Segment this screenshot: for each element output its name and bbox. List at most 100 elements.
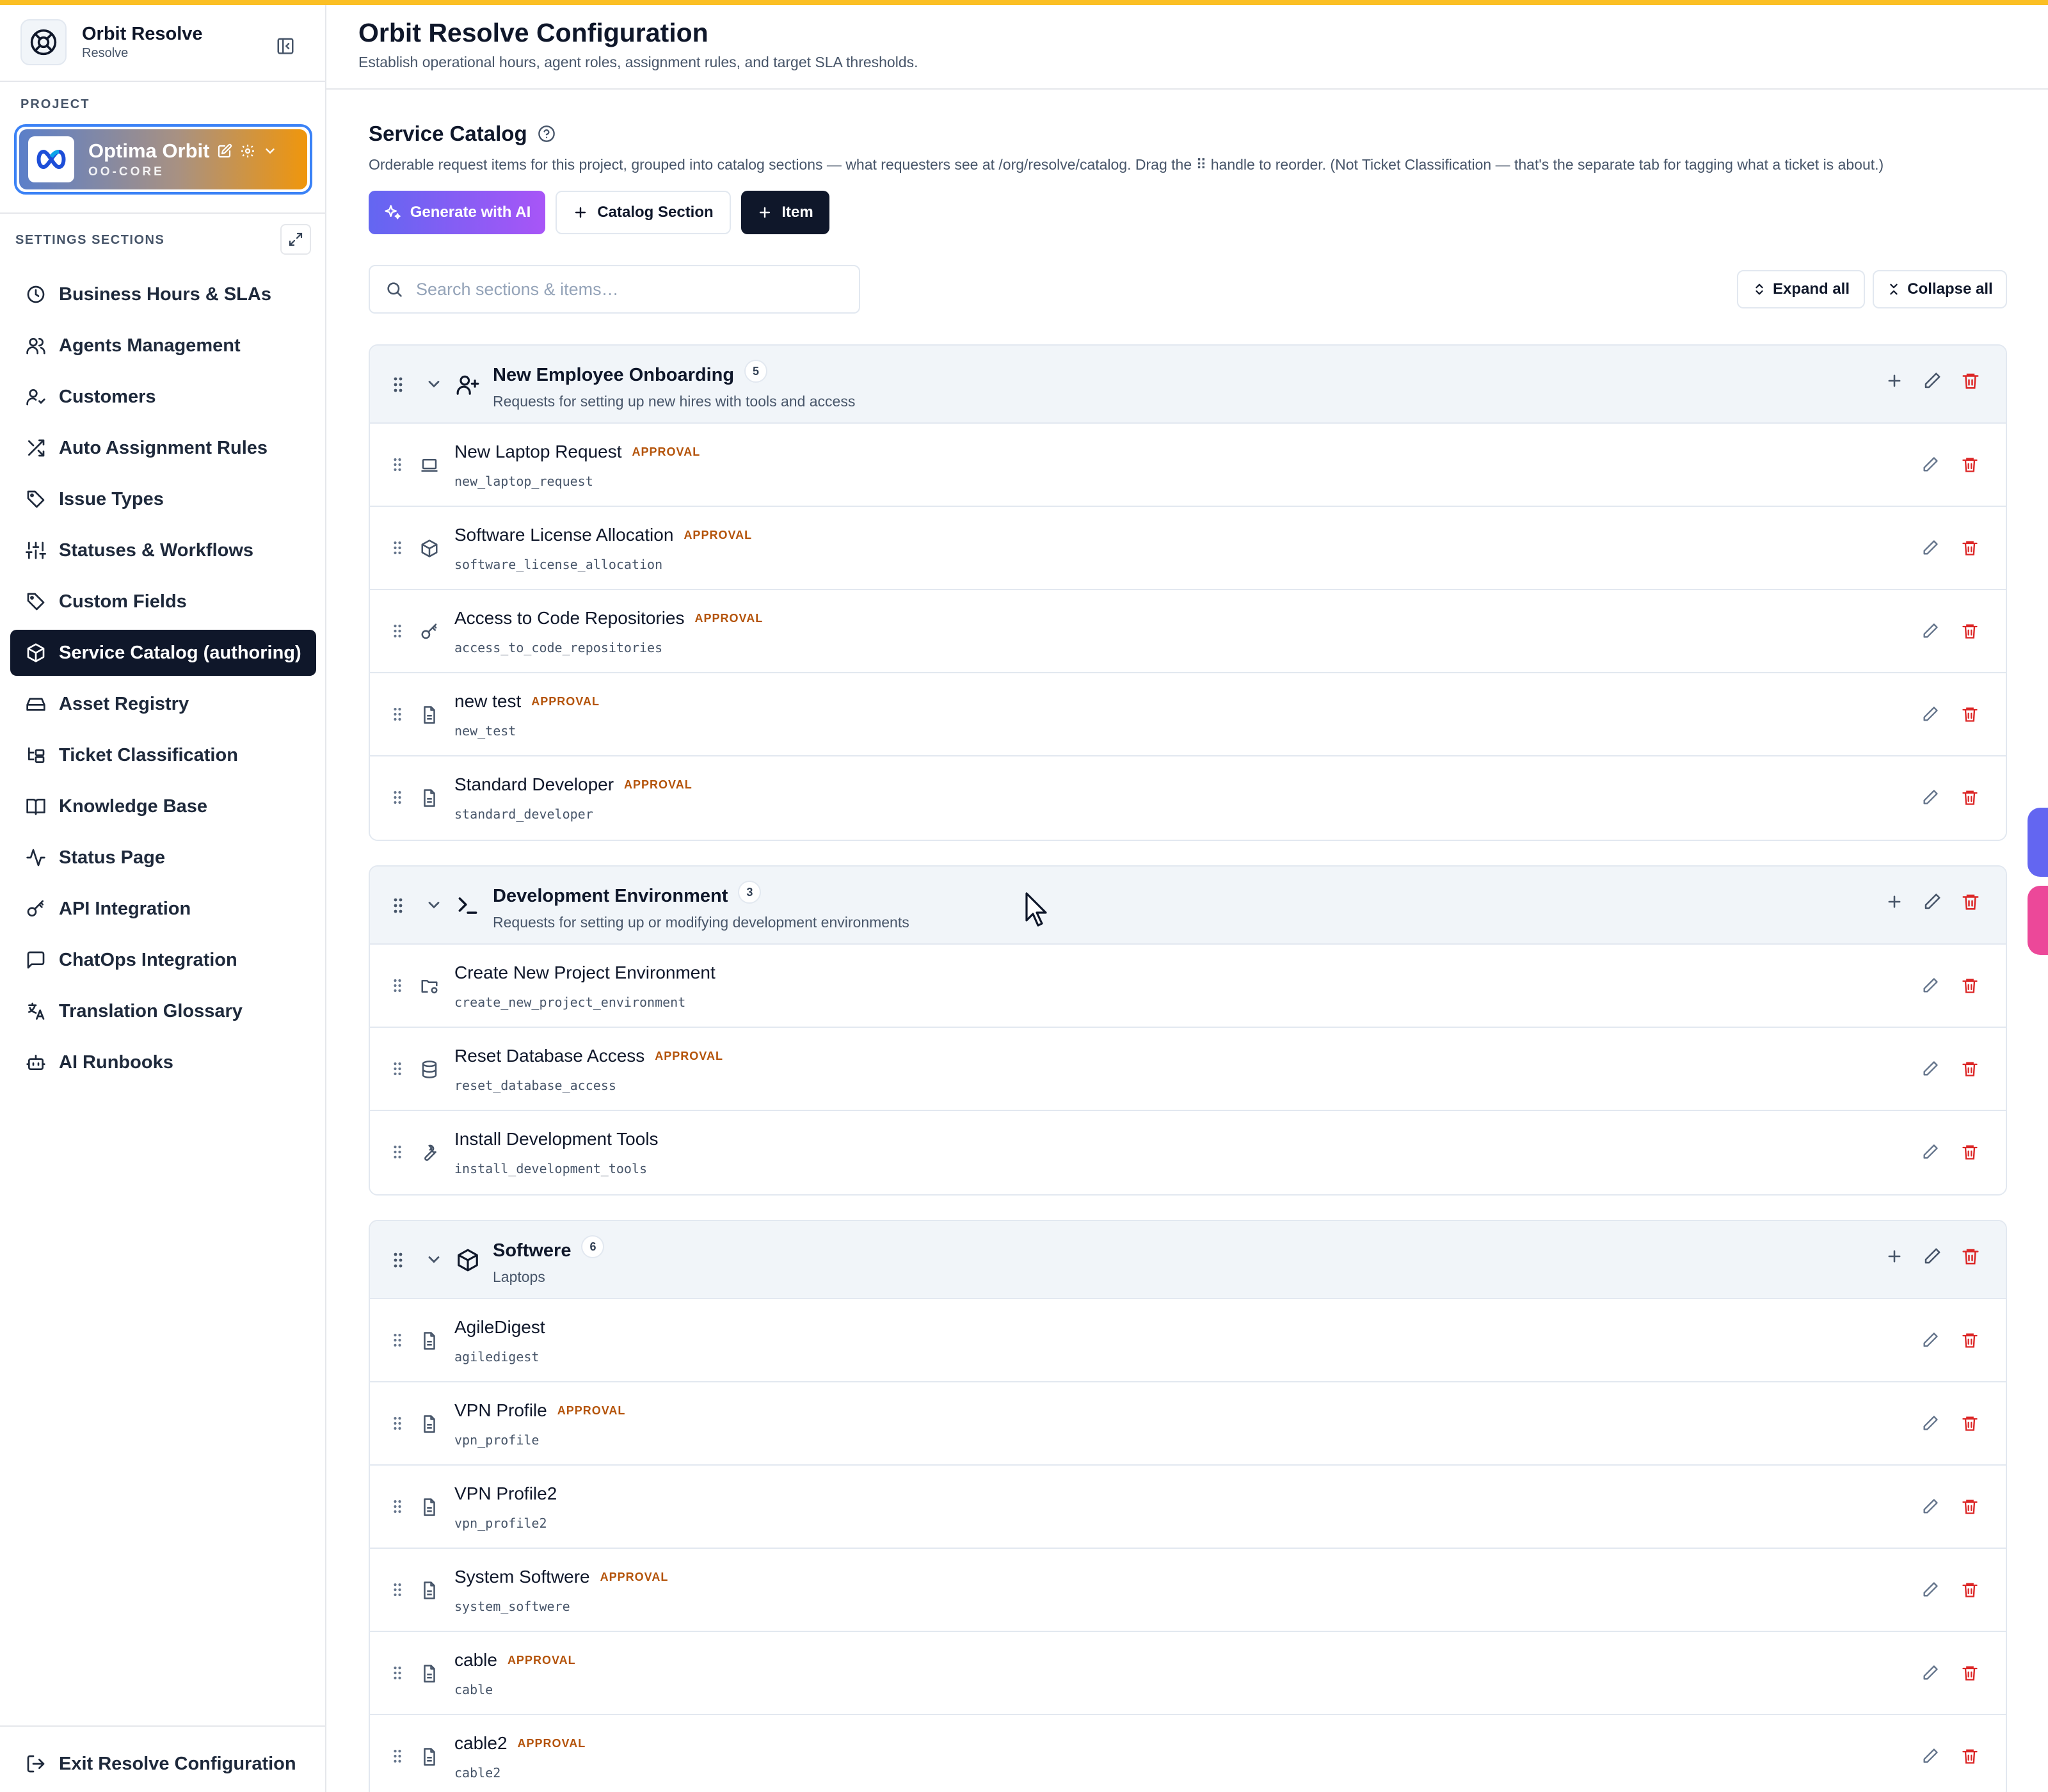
exit-configuration-button[interactable]: Exit Resolve Configuration [10, 1741, 316, 1787]
grip-vertical-icon[interactable] [393, 1665, 402, 1684]
delete-trash-icon[interactable] [1961, 1247, 1980, 1266]
catalog-item-row[interactable]: cable2 APPROVAL cable2 [370, 1715, 2006, 1792]
add-item-plus-icon[interactable] [1885, 1247, 1903, 1265]
sidebar-item-custom-fields[interactable]: Custom Fields [10, 579, 316, 625]
catalog-item-row[interactable]: cable APPROVAL cable [370, 1632, 2006, 1715]
sidebar-item-api-integration[interactable]: API Integration [10, 886, 316, 932]
catalog-item-row[interactable]: Create New Project Environment create_ne… [370, 945, 2006, 1028]
floating-action-button[interactable] [2028, 886, 2048, 955]
catalog-section-header[interactable]: Softwere 6 Laptops [370, 1221, 2006, 1299]
sidebar-item-statuses[interactable]: Statuses & Workflows [10, 527, 316, 573]
floating-action-button[interactable] [2028, 808, 2048, 877]
delete-trash-icon[interactable] [1961, 1581, 1979, 1599]
add-item-plus-icon[interactable] [1885, 893, 1903, 911]
edit-pencil-icon[interactable] [1921, 1143, 1939, 1161]
chevron-down-icon[interactable] [425, 896, 443, 917]
catalog-item-row[interactable]: Access to Code Repositories APPROVAL acce… [370, 590, 2006, 673]
catalog-item-row[interactable]: new test APPROVAL new_test [370, 673, 2006, 756]
delete-trash-icon[interactable] [1961, 1143, 1979, 1161]
sidebar-item-ticket-classification[interactable]: Ticket Classification [10, 732, 316, 778]
delete-trash-icon[interactable] [1961, 788, 1979, 806]
edit-pencil-icon[interactable] [1921, 622, 1939, 640]
grip-vertical-icon[interactable] [393, 978, 402, 996]
delete-trash-icon[interactable] [1961, 977, 1979, 995]
catalog-item-row[interactable]: New Laptop Request APPROVAL new_laptop_re… [370, 424, 2006, 507]
sidebar-item-translation-glossary[interactable]: Translation Glossary [10, 988, 316, 1034]
delete-trash-icon[interactable] [1961, 1498, 1979, 1516]
delete-trash-icon[interactable] [1961, 1747, 1979, 1765]
catalog-item-row[interactable]: Standard Developer APPROVAL standard_deve… [370, 756, 2006, 840]
edit-pencil-icon[interactable] [1921, 705, 1939, 723]
grip-vertical-icon[interactable] [393, 457, 402, 476]
chevron-down-icon[interactable] [425, 1251, 443, 1272]
delete-trash-icon[interactable] [1961, 371, 1980, 390]
delete-trash-icon[interactable] [1961, 622, 1979, 640]
add-catalog-section-button[interactable]: Catalog Section [556, 191, 731, 234]
help-circle-icon[interactable] [538, 125, 556, 143]
edit-pencil-icon[interactable] [1923, 892, 1942, 911]
grip-vertical-icon[interactable] [393, 376, 403, 396]
edit-pencil-icon[interactable] [1921, 1060, 1939, 1078]
grip-vertical-icon[interactable] [393, 1061, 402, 1080]
sidebar-item-status-page[interactable]: Status Page [10, 835, 316, 881]
expand-all-button[interactable]: Expand all [1737, 270, 1865, 308]
delete-trash-icon[interactable] [1961, 1331, 1979, 1349]
sidebar-item-knowledge-base[interactable]: Knowledge Base [10, 783, 316, 829]
grip-vertical-icon[interactable] [393, 1582, 402, 1601]
delete-trash-icon[interactable] [1961, 456, 1979, 474]
edit-pencil-icon[interactable] [1921, 1331, 1939, 1349]
edit-pencil-icon[interactable] [1921, 788, 1939, 806]
expand-sidebar-button[interactable] [280, 224, 311, 255]
edit-pencil-icon[interactable] [1921, 1498, 1939, 1516]
delete-trash-icon[interactable] [1961, 1060, 1979, 1078]
sidebar-item-chatops[interactable]: ChatOps Integration [10, 937, 316, 983]
edit-pencil-icon[interactable] [1921, 1414, 1939, 1432]
grip-vertical-icon[interactable] [393, 1748, 402, 1767]
sidebar-collapse-button[interactable] [269, 29, 302, 63]
grip-vertical-icon[interactable] [393, 1499, 402, 1517]
sidebar-item-auto-assignment[interactable]: Auto Assignment Rules [10, 425, 316, 471]
delete-trash-icon[interactable] [1961, 1664, 1979, 1682]
grip-vertical-icon[interactable] [393, 1252, 403, 1272]
catalog-item-row[interactable]: System Softwere APPROVAL system_softwere [370, 1549, 2006, 1632]
sidebar-item-agents[interactable]: Agents Management [10, 323, 316, 369]
edit-pencil-icon[interactable] [1921, 977, 1939, 995]
delete-trash-icon[interactable] [1961, 539, 1979, 557]
chevron-down-icon[interactable] [425, 375, 443, 396]
grip-vertical-icon[interactable] [393, 707, 402, 725]
add-item-button[interactable]: Item [741, 191, 829, 234]
sidebar-item-business-hours[interactable]: Business Hours & SLAs [10, 271, 316, 317]
edit-pencil-icon[interactable] [1923, 1247, 1942, 1266]
grip-vertical-icon[interactable] [393, 540, 402, 559]
catalog-item-row[interactable]: VPN Profile APPROVAL vpn_profile [370, 1382, 2006, 1466]
catalog-item-row[interactable]: Reset Database Access APPROVAL reset_data… [370, 1028, 2006, 1111]
grip-vertical-icon[interactable] [393, 1144, 402, 1163]
generate-with-ai-button[interactable]: Generate with AI [369, 191, 545, 234]
edit-pencil-icon[interactable] [1921, 1581, 1939, 1599]
edit-pencil-icon[interactable] [1921, 1747, 1939, 1765]
sidebar-item-service-catalog[interactable]: Service Catalog (authoring) [10, 630, 316, 676]
edit-pencil-icon[interactable] [1921, 456, 1939, 474]
catalog-section-header[interactable]: Development Environment 3 Requests for s… [370, 867, 2006, 945]
catalog-item-row[interactable]: Software License Allocation APPROVAL soft… [370, 507, 2006, 590]
add-item-plus-icon[interactable] [1885, 372, 1903, 390]
delete-trash-icon[interactable] [1961, 705, 1979, 723]
edit-pencil-icon[interactable] [1923, 371, 1942, 390]
sidebar-item-asset-registry[interactable]: Asset Registry [10, 681, 316, 727]
catalog-item-row[interactable]: AgileDigest agiledigest [370, 1299, 2006, 1382]
edit-pencil-icon[interactable] [1921, 1664, 1939, 1682]
grip-vertical-icon[interactable] [393, 1416, 402, 1434]
grip-vertical-icon[interactable] [393, 623, 402, 642]
grip-vertical-icon[interactable] [393, 790, 402, 808]
catalog-section-header[interactable]: New Employee Onboarding 5 Requests for s… [370, 346, 2006, 424]
grip-vertical-icon[interactable] [393, 897, 403, 917]
sidebar-item-customers[interactable]: Customers [10, 374, 316, 420]
catalog-item-row[interactable]: Install Development Tools install_develo… [370, 1111, 2006, 1194]
sidebar-item-issue-types[interactable]: Issue Types [10, 476, 316, 522]
chevron-down-icon[interactable] [263, 144, 277, 158]
catalog-item-row[interactable]: VPN Profile2 vpn_profile2 [370, 1466, 2006, 1549]
sidebar-item-ai-runbooks[interactable]: AI Runbooks [10, 1039, 316, 1085]
grip-vertical-icon[interactable] [393, 1332, 402, 1351]
collapse-all-button[interactable]: Collapse all [1873, 270, 2007, 308]
project-settings-gear-icon[interactable] [240, 143, 255, 159]
